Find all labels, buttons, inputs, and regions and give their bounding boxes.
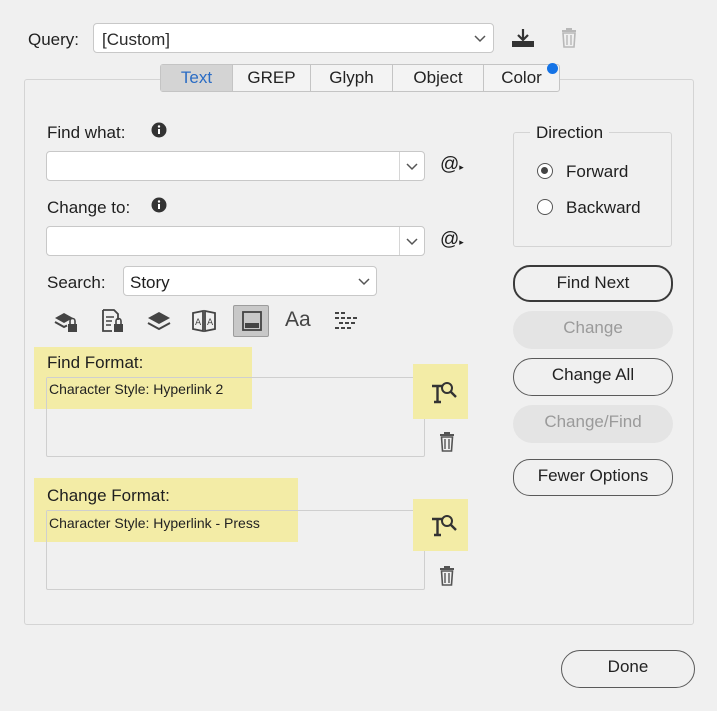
info-icon[interactable] — [151, 122, 167, 138]
change-to-input[interactable] — [46, 226, 425, 256]
tab-text[interactable]: Text — [161, 65, 233, 91]
chevron-down-icon[interactable] — [405, 160, 419, 174]
tab-object[interactable]: Object — [393, 65, 484, 91]
search-label: Search: — [47, 273, 106, 292]
find-what-input[interactable] — [46, 151, 425, 181]
info-icon[interactable] — [151, 197, 167, 213]
tab-glyph[interactable]: Glyph — [311, 65, 393, 91]
tab-grep[interactable]: GREP — [233, 65, 311, 91]
forward-label: Forward — [566, 162, 629, 181]
change-format-value: Character Style: Hyperlink - Press — [49, 515, 260, 531]
change-all-button[interactable]: Change All — [513, 358, 673, 396]
clear-change-format-icon[interactable] — [438, 566, 456, 586]
include-footnotes-icon — [242, 311, 262, 331]
specify-change-format-icon[interactable] — [430, 513, 458, 539]
change-to-label: Change to: — [47, 198, 131, 217]
include-footnotes-button[interactable] — [233, 305, 269, 337]
direction-title: Direction — [530, 123, 610, 143]
special-characters-change-icon[interactable]: @▸ — [440, 229, 464, 251]
search-scope-select[interactable]: Story — [123, 266, 377, 296]
find-what-label: Find what: — [47, 123, 126, 142]
find-format-label: Find Format: — [47, 353, 144, 372]
clear-find-format-icon[interactable] — [438, 432, 456, 452]
include-locked-layers-icon[interactable] — [53, 308, 79, 334]
chevron-down-icon[interactable] — [405, 235, 419, 249]
notification-dot — [547, 63, 558, 74]
fewer-options-button[interactable]: Fewer Options — [513, 459, 673, 496]
done-button[interactable]: Done — [561, 650, 695, 688]
backward-radio[interactable] — [537, 199, 553, 215]
find-format-value: Character Style: Hyperlink 2 — [49, 381, 224, 397]
query-select[interactable]: [Custom] — [93, 23, 494, 53]
forward-radio[interactable] — [537, 163, 553, 179]
include-locked-stories-icon[interactable] — [100, 308, 126, 334]
query-value: [Custom] — [102, 30, 171, 49]
whole-word-icon[interactable] — [333, 308, 359, 334]
specify-find-format-icon[interactable] — [430, 380, 458, 406]
chevron-down-icon — [474, 35, 486, 43]
svg-text:A: A — [195, 318, 202, 328]
include-hidden-layers-icon[interactable] — [146, 308, 172, 334]
case-sensitive-icon[interactable]: Aa — [285, 308, 311, 332]
change-format-label: Change Format: — [47, 486, 170, 505]
query-label: Query: — [28, 30, 80, 49]
search-scope-value: Story — [130, 273, 170, 292]
svg-text:A: A — [207, 318, 214, 328]
direction-forward-option[interactable]: Forward — [537, 162, 667, 184]
change-button[interactable]: Change — [513, 311, 673, 349]
find-next-button[interactable]: Find Next — [513, 265, 673, 302]
include-master-pages-icon[interactable]: A A — [191, 308, 217, 334]
change-find-button[interactable]: Change/Find — [513, 405, 673, 443]
tab-bar: Text GREP Glyph Object Color — [160, 64, 560, 92]
backward-label: Backward — [566, 198, 641, 217]
direction-group — [513, 132, 672, 247]
save-query-icon[interactable] — [510, 27, 536, 49]
special-characters-find-icon[interactable]: @▸ — [440, 154, 464, 176]
delete-query-icon[interactable] — [559, 27, 579, 49]
direction-backward-option[interactable]: Backward — [537, 198, 667, 220]
chevron-down-icon — [358, 278, 370, 286]
